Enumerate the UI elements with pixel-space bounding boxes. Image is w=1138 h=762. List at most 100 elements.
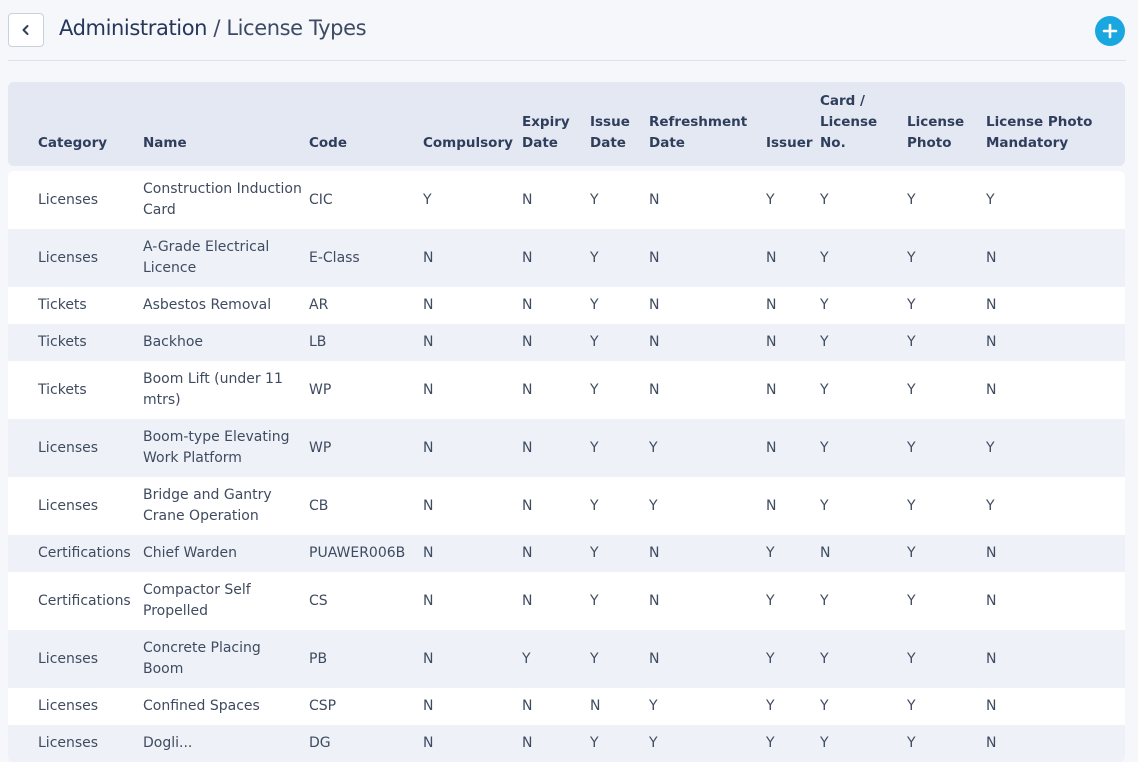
cell-issue-date: Y [590, 334, 599, 350]
table-row[interactable]: Licenses Construction Induction Card CIC Y N… [8, 171, 1125, 229]
cell-license-photo: Y [907, 497, 916, 514]
add-license-type-button[interactable] [1095, 16, 1125, 46]
cell-license-photo-mandatory: N [986, 297, 997, 313]
cell-issuer: N [766, 497, 777, 514]
cell-expiry-date: N [522, 439, 533, 456]
cell-expiry-date: N [522, 545, 533, 561]
table-row[interactable]: Licenses Dogli... DG N N Y Y Y Y Y N [8, 725, 1125, 762]
cell-refreshment-date: N [649, 592, 660, 609]
cell-name: Construction Induction Card [143, 181, 302, 218]
column-header-compulsory[interactable]: Compulsory [423, 133, 513, 154]
cell-name: Boom-type Elevating Work Platform [143, 429, 290, 466]
table-row[interactable]: Tickets Backhoe LB N N Y N N Y Y N [8, 324, 1125, 361]
column-header-name[interactable]: Name [143, 133, 187, 154]
cell-compulsory: N [423, 735, 434, 751]
column-header-category[interactable]: Category [38, 133, 107, 154]
breadcrumb-administration[interactable]: Administration [59, 16, 207, 40]
cell-card-license-no: Y [820, 191, 829, 208]
cell-issue-date: N [590, 698, 601, 714]
cell-license-photo: Y [907, 249, 916, 266]
cell-issuer: N [766, 334, 777, 350]
column-header-expiry-date[interactable]: Expiry Date [522, 112, 577, 154]
cell-category: Licenses [38, 249, 99, 266]
cell-category: Licenses [38, 698, 99, 714]
breadcrumb-separator: / [213, 16, 221, 40]
cell-compulsory: N [423, 650, 434, 667]
cell-code: CB [309, 497, 329, 514]
cell-code: WP [309, 439, 332, 456]
cell-issue-date: Y [590, 249, 599, 266]
cell-refreshment-date: N [649, 297, 660, 313]
cell-issuer: N [766, 249, 777, 266]
cell-card-license-no: Y [820, 698, 829, 714]
cell-issuer: Y [766, 545, 775, 561]
cell-expiry-date: N [522, 334, 533, 350]
table-row[interactable]: Certifications Chief Warden PUAWER006B N N Y N… [8, 535, 1125, 572]
cell-expiry-date: N [522, 249, 533, 266]
cell-card-license-no: Y [820, 735, 829, 751]
cell-issue-date: Y [590, 497, 599, 514]
cell-license-photo-mandatory: N [986, 698, 997, 714]
cell-card-license-no: Y [820, 650, 829, 667]
column-header-code[interactable]: Code [309, 133, 347, 154]
table-row[interactable]: Licenses A-Grade Electrical Licence E-Clas… [8, 229, 1125, 287]
cell-code: LB [309, 334, 327, 350]
cell-license-photo: Y [907, 381, 916, 398]
column-header-card-license-no[interactable]: Card / License No. [820, 91, 880, 154]
cell-name: Concrete Placing Boom [143, 640, 261, 677]
cell-category: Certifications [38, 545, 131, 561]
table-row[interactable]: Tickets Asbestos Removal AR N N Y N N Y Y N [8, 287, 1125, 324]
column-header-issue-date[interactable]: Issue Date [590, 112, 640, 154]
cell-refreshment-date: N [649, 381, 660, 398]
cell-category: Tickets [38, 334, 87, 350]
table-row[interactable]: Certifications Compactor Self Propelled CS… [8, 572, 1125, 630]
cell-compulsory: N [423, 592, 434, 609]
cell-code: PB [309, 650, 328, 667]
column-header-license-photo[interactable]: License Photo [907, 112, 977, 154]
cell-expiry-date: N [522, 497, 533, 514]
cell-card-license-no: Y [820, 381, 829, 398]
cell-compulsory: N [423, 545, 434, 561]
cell-compulsory: Y [423, 191, 432, 208]
cell-refreshment-date: Y [649, 497, 658, 514]
cell-expiry-date: N [522, 297, 533, 313]
cell-name: Backhoe [143, 334, 204, 350]
header-divider [8, 60, 1126, 61]
cell-category: Licenses [38, 497, 99, 514]
table-header: Category Name Code Compulsory Expiry Date Iss… [8, 82, 1125, 166]
cell-issue-date: Y [590, 297, 599, 313]
table-row[interactable]: Tickets Boom Lift (under 11 mtrs) WP N N Y N N Y… [8, 361, 1125, 419]
cell-compulsory: N [423, 297, 434, 313]
cell-license-photo: Y [907, 545, 916, 561]
chevron-left-icon [22, 25, 29, 35]
cell-refreshment-date: N [649, 545, 660, 561]
cell-compulsory: N [423, 698, 434, 714]
cell-code: AR [309, 297, 329, 313]
cell-issuer: Y [766, 191, 775, 208]
table-row[interactable]: Licenses Concrete Placing Boom PB N Y Y N Y Y Y N [8, 630, 1125, 688]
column-header-refreshment-date[interactable]: Refreshment Date [649, 112, 759, 154]
cell-code: CIC [309, 191, 333, 208]
cell-license-photo-mandatory: N [986, 249, 997, 266]
column-header-issuer[interactable]: Issuer [766, 133, 813, 154]
table-row[interactable]: Licenses Boom-type Elevating Work Platfor… [8, 419, 1125, 477]
cell-code: CSP [309, 698, 337, 714]
cell-license-photo-mandatory: N [986, 735, 997, 751]
cell-category: Licenses [38, 439, 99, 456]
back-button[interactable] [8, 13, 44, 47]
cell-name: Dogli... [143, 735, 193, 751]
cell-name: Chief Warden [143, 545, 237, 561]
cell-issuer: Y [766, 698, 775, 714]
table-row[interactable]: Licenses Confined Spaces CSP N N N Y Y Y Y N [8, 688, 1125, 725]
cell-issue-date: Y [590, 439, 599, 456]
cell-refreshment-date: Y [649, 735, 658, 751]
cell-license-photo: Y [907, 334, 916, 350]
table-row[interactable]: Licenses Bridge and Gantry Crane Operatio… [8, 477, 1125, 535]
column-header-license-photo-mandatory[interactable]: License Photo Mandatory [986, 112, 1101, 154]
cell-category: Tickets [38, 381, 87, 398]
cell-name: Asbestos Removal [143, 297, 272, 313]
cell-license-photo-mandatory: Y [986, 497, 995, 514]
cell-license-photo-mandatory: N [986, 334, 997, 350]
cell-name: Compactor Self Propelled [143, 582, 251, 619]
cell-card-license-no: Y [820, 439, 829, 456]
